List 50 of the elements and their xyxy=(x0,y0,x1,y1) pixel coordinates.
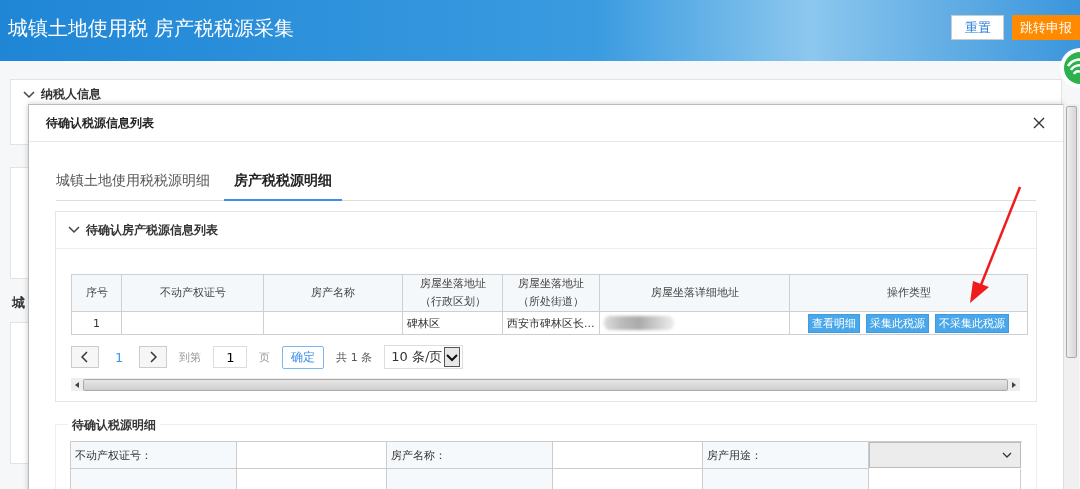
section-title: 待确认房产税源信息列表 xyxy=(86,221,218,239)
column-header: 房产名称 xyxy=(263,274,403,312)
field-label: 不动产权证号： xyxy=(71,442,237,469)
vertical-scrollbar[interactable] xyxy=(1063,104,1079,489)
previous-page-button[interactable] xyxy=(71,346,99,368)
dropdown-icon[interactable] xyxy=(444,347,461,367)
action-button[interactable]: 查看明细 xyxy=(808,313,860,333)
chevron-down-icon[interactable] xyxy=(68,226,80,234)
select-field[interactable] xyxy=(869,442,1021,468)
goto-label: 到第 xyxy=(179,349,202,365)
page-number[interactable]: 1 xyxy=(111,349,128,365)
dialog-title: 待确认税源信息列表 xyxy=(46,114,154,132)
action-button[interactable]: 采集此税源 xyxy=(866,313,929,333)
page-size-select[interactable]: 10 条/页 xyxy=(384,345,464,369)
submit-button[interactable]: 跳转申报 xyxy=(1012,15,1080,40)
column-header: 房屋坐落地址 （所处街道） xyxy=(502,274,600,312)
page-input[interactable]: 1 xyxy=(213,346,248,368)
column-header: 不动产权证号 xyxy=(121,274,264,312)
confirm-button[interactable]: 确定 xyxy=(282,345,325,369)
input-field[interactable] xyxy=(237,442,387,469)
field-label: 房产名称： xyxy=(387,442,553,469)
table-cell: 碑林区 xyxy=(402,311,503,335)
page-unit-label: 页 xyxy=(259,349,271,365)
column-header: 序号 xyxy=(71,274,122,312)
total-count: 共 1 条 xyxy=(336,349,373,365)
chevron-down-icon xyxy=(1002,452,1012,458)
chevron-left-icon xyxy=(81,351,89,363)
column-header: 操作类型 xyxy=(789,274,1028,312)
action-button[interactable]: 不采集此税源 xyxy=(935,313,1009,333)
section-title: 纳税人信息 xyxy=(41,86,101,103)
tab[interactable]: 城镇土地使用税税源明细 xyxy=(56,164,210,201)
chevron-down-icon[interactable] xyxy=(23,90,35,99)
table-cell: 1 xyxy=(71,311,122,335)
scroll-left-icon[interactable] xyxy=(75,381,79,388)
scroll-right-icon[interactable] xyxy=(1012,381,1016,388)
table-cell: 西安市碑林区长... xyxy=(502,311,600,335)
redacted-block xyxy=(604,316,674,330)
next-page-button[interactable] xyxy=(139,346,168,368)
chevron-right-icon xyxy=(149,351,158,363)
close-icon[interactable] xyxy=(1033,117,1045,129)
field-label: 房产用途： xyxy=(703,442,869,469)
tab[interactable]: 房产税税源明细 xyxy=(224,164,342,201)
section-title: 待确认税源明细 xyxy=(68,417,160,434)
reset-button[interactable]: 重置 xyxy=(951,15,1004,40)
tab[interactable]: 城 xyxy=(12,295,25,310)
column-header: 房屋坐落详细地址 xyxy=(599,274,790,312)
column-header: 房屋坐落地址 （行政区划） xyxy=(402,274,503,312)
input-field[interactable] xyxy=(553,442,703,469)
page-title: 城镇土地使用税 房产税税源采集 xyxy=(7,15,295,42)
wifi-icon[interactable] xyxy=(1058,48,1080,88)
